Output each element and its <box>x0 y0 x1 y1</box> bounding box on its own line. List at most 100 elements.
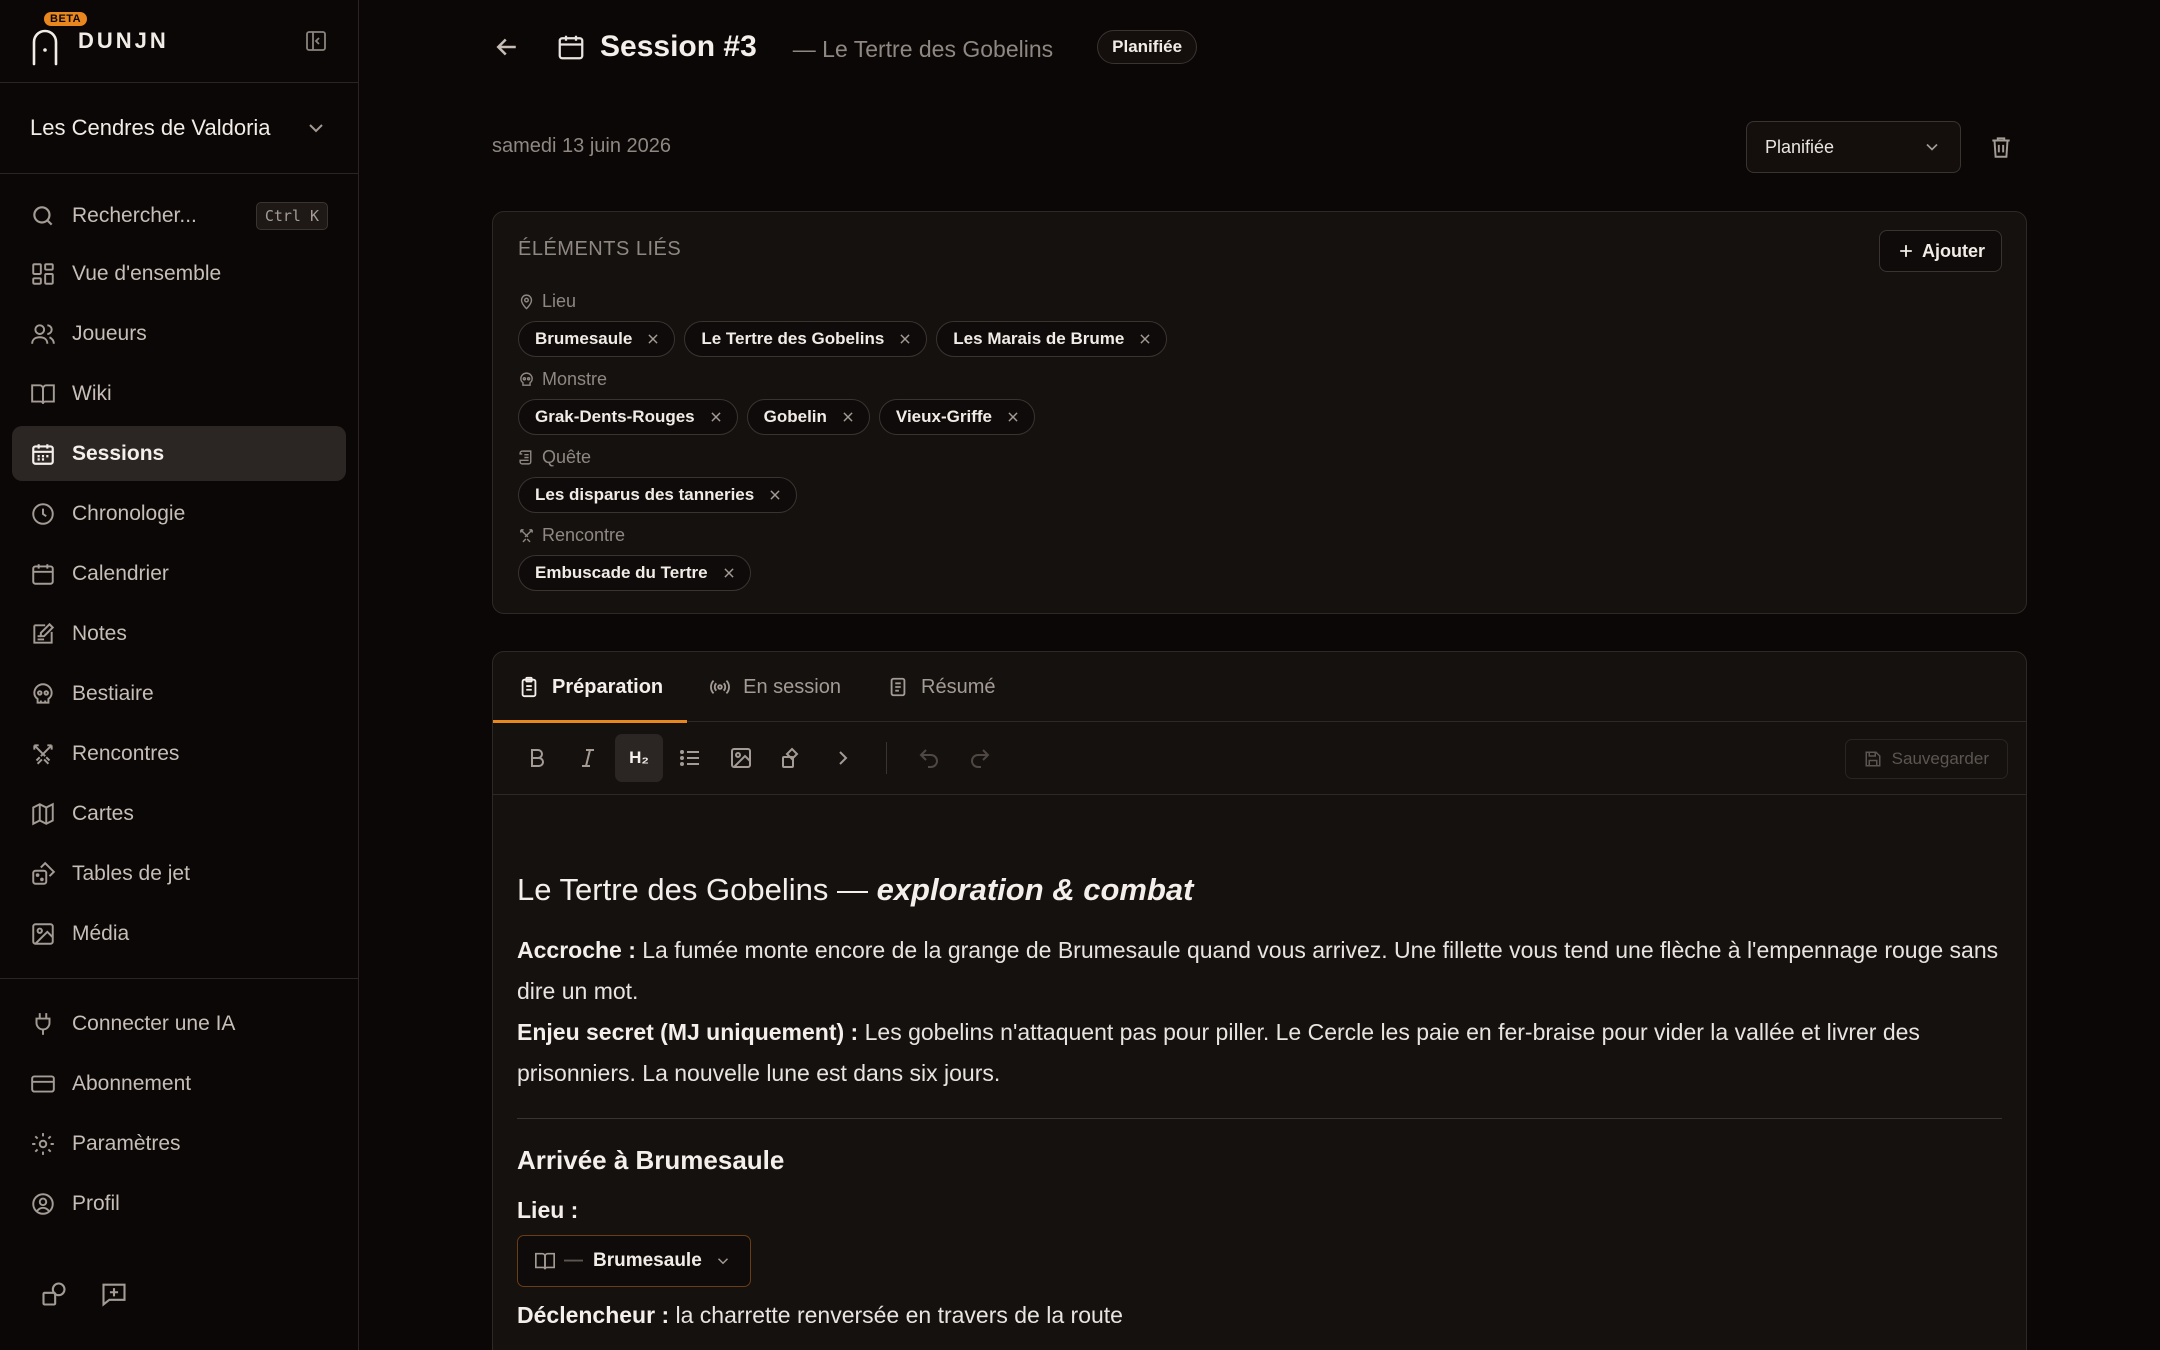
linked-elements-card: ÉLÉMENTS LIÉS Ajouter Lieu Brumesaule Le… <box>492 211 2027 614</box>
plus-icon <box>1896 241 1916 261</box>
insert-entity-button[interactable] <box>768 734 816 782</box>
close-icon[interactable] <box>709 410 723 424</box>
back-arrow-icon[interactable] <box>492 32 522 62</box>
swords-icon <box>518 527 535 544</box>
app-name: DUNJN <box>78 28 169 53</box>
editor-content[interactable]: Le Tertre des Gobelins — exploration & c… <box>493 872 2026 1336</box>
secret-label: Enjeu secret (MJ uniquement) : <box>517 1019 859 1045</box>
chevron-down-icon <box>1922 137 1942 157</box>
nav-item-bestiary[interactable]: Bestiaire <box>12 666 346 721</box>
chip-label: Embuscade du Tertre <box>535 563 708 582</box>
delete-session-button[interactable] <box>1988 134 2014 160</box>
group-label: Lieu <box>518 289 1167 313</box>
nav-item-label: Paramètres <box>72 1131 181 1155</box>
nav-item-players[interactable]: Joueurs <box>12 306 346 361</box>
insert-image-button[interactable] <box>717 734 765 782</box>
linked-chip[interactable]: Les disparus des tanneries <box>518 477 798 513</box>
close-icon[interactable] <box>1006 410 1020 424</box>
close-icon[interactable] <box>768 488 782 502</box>
linked-chip[interactable]: Les Marais de Brume <box>936 321 1168 357</box>
tab-preparation[interactable]: Préparation <box>493 652 688 723</box>
nav-item-notes[interactable]: Notes <box>12 606 346 661</box>
note-icon <box>30 621 56 647</box>
divider <box>0 978 358 979</box>
scroll-icon <box>518 449 535 466</box>
swords-icon <box>30 741 56 767</box>
collapse-sidebar-icon[interactable] <box>304 29 328 53</box>
group-label: Rencontre <box>518 523 1167 547</box>
close-icon[interactable] <box>841 410 855 424</box>
linked-group-encounter: Rencontre Embuscade du Tertre <box>518 523 1167 591</box>
close-icon[interactable] <box>898 332 912 346</box>
chip-list: Les disparus des tanneries <box>518 477 1167 513</box>
add-linked-button[interactable]: Ajouter <box>1879 230 2002 272</box>
nav-item-encounters[interactable]: Rencontres <box>12 726 346 781</box>
chip-label: Brumesaule <box>535 329 633 348</box>
nav-item-calendar[interactable]: Calendrier <box>12 546 346 601</box>
nav-item-connect-ai[interactable]: Connecter une IA <box>12 996 346 1051</box>
tab-summary[interactable]: Résumé <box>887 652 995 722</box>
nav-item-label: Joueurs <box>72 321 147 345</box>
linked-chip[interactable]: Brumesaule <box>518 321 676 357</box>
nav-item-maps[interactable]: Cartes <box>12 786 346 841</box>
nav-item-label: Vue d'ensemble <box>72 261 222 285</box>
beta-badge: BETA <box>44 12 88 26</box>
editor-tabs: Préparation En session Résumé <box>493 652 2026 723</box>
linked-chip[interactable]: Grak-Dents-Rouges <box>518 399 738 435</box>
session-date: samedi 13 juin 2026 <box>492 135 672 157</box>
nav-item-subscription[interactable]: Abonnement <box>12 1056 346 1111</box>
shapes-icon[interactable] <box>40 1280 68 1308</box>
trigger-text: la charrette renversée en travers de la … <box>669 1302 1123 1328</box>
nav-item-label: Wiki <box>72 381 112 405</box>
entity-mention[interactable]: — Brumesaule <box>517 1235 751 1287</box>
nav-item-label: Calendrier <box>72 561 169 585</box>
nav-item-media[interactable]: Média <box>12 906 346 961</box>
campaign-switcher[interactable]: Les Cendres de Valdoria <box>0 83 358 174</box>
nav-item-label: Sessions <box>72 441 165 465</box>
bullet-list-button[interactable] <box>666 734 714 782</box>
undo-button[interactable] <box>905 734 953 782</box>
nav-item-sessions[interactable]: Sessions <box>12 426 346 481</box>
nav-item-wiki[interactable]: Wiki <box>12 366 346 421</box>
document-icon <box>887 676 909 698</box>
page-subtitle: — Le Tertre des Gobelins <box>792 35 1054 62</box>
save-button[interactable]: Sauvegarder <box>1844 739 2008 779</box>
plug-icon <box>30 1011 56 1037</box>
doc-secret: Enjeu secret (MJ uniquement) : Les gobel… <box>517 1012 2002 1094</box>
group-label: Monstre <box>518 367 1167 391</box>
editor-toolbar: H₂ Sauvegarder <box>493 722 2026 795</box>
linked-chip[interactable]: Gobelin <box>746 399 870 435</box>
search-button[interactable]: Rechercher... Ctrl K <box>12 186 346 246</box>
nav-item-settings[interactable]: Paramètres <box>12 1116 346 1171</box>
doc-heading: Le Tertre des Gobelins — exploration & c… <box>517 872 2002 908</box>
close-icon[interactable] <box>646 332 660 346</box>
linked-chip[interactable]: Embuscade du Tertre <box>518 555 751 591</box>
linked-chip[interactable]: Le Tertre des Gobelins <box>684 321 928 357</box>
redo-button[interactable] <box>956 734 1004 782</box>
nav-item-label: Connecter une IA <box>72 1011 236 1035</box>
chip-label: Gobelin <box>763 407 827 426</box>
nav-item-label: Tables de jet <box>72 861 190 885</box>
book-icon <box>534 1250 556 1272</box>
add-linked-label: Ajouter <box>1922 240 1985 261</box>
nav-item-overview[interactable]: Vue d'ensemble <box>12 246 346 301</box>
doc-heading-emphasis: exploration & combat <box>876 872 1194 907</box>
status-select[interactable]: Planifiée <box>1746 121 1961 173</box>
nav-item-roll-tables[interactable]: Tables de jet <box>12 846 346 901</box>
linked-chip[interactable]: Vieux-Griffe <box>878 399 1035 435</box>
feedback-icon[interactable] <box>100 1280 128 1308</box>
close-icon[interactable] <box>722 566 736 580</box>
nav-item-label: Chronologie <box>72 501 186 525</box>
calendar-icon <box>30 441 56 467</box>
italic-button[interactable] <box>564 734 612 782</box>
close-icon[interactable] <box>1138 332 1152 346</box>
heading-2-button[interactable]: H₂ <box>615 734 663 782</box>
nav-item-label: Rencontres <box>72 741 180 765</box>
bold-button[interactable] <box>513 734 561 782</box>
clipboard-icon <box>518 676 540 698</box>
linked-groups: Lieu Brumesaule Le Tertre des Gobelins L… <box>518 289 1168 601</box>
more-button[interactable] <box>819 734 867 782</box>
nav-item-profile[interactable]: Profil <box>12 1176 346 1231</box>
tab-in-session[interactable]: En session <box>709 652 841 722</box>
nav-item-timeline[interactable]: Chronologie <box>12 486 346 541</box>
